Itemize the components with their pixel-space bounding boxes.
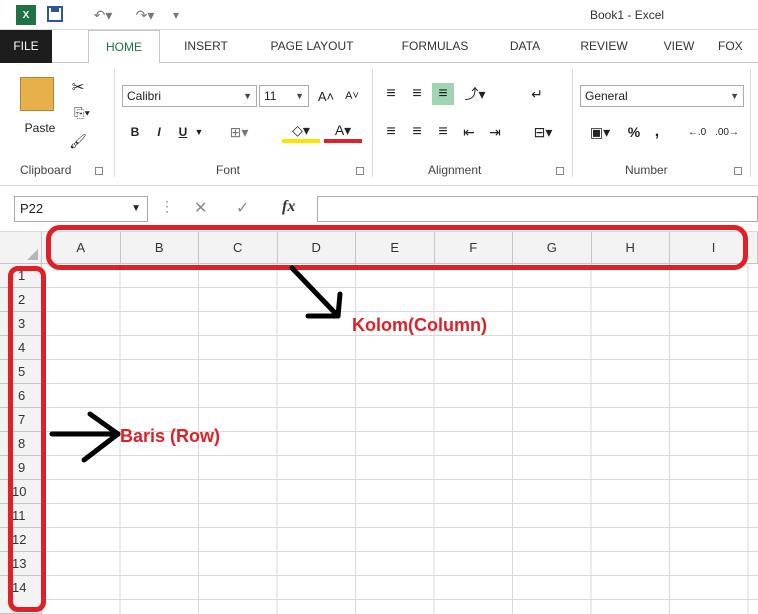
column-annotation-label: Kolom(Column) <box>352 315 487 335</box>
column-arrow-icon <box>289 265 343 319</box>
row-annotation-label: Baris (Row) <box>120 426 221 446</box>
annotation-arrows <box>49 265 343 463</box>
row-arrow-icon <box>49 411 121 463</box>
